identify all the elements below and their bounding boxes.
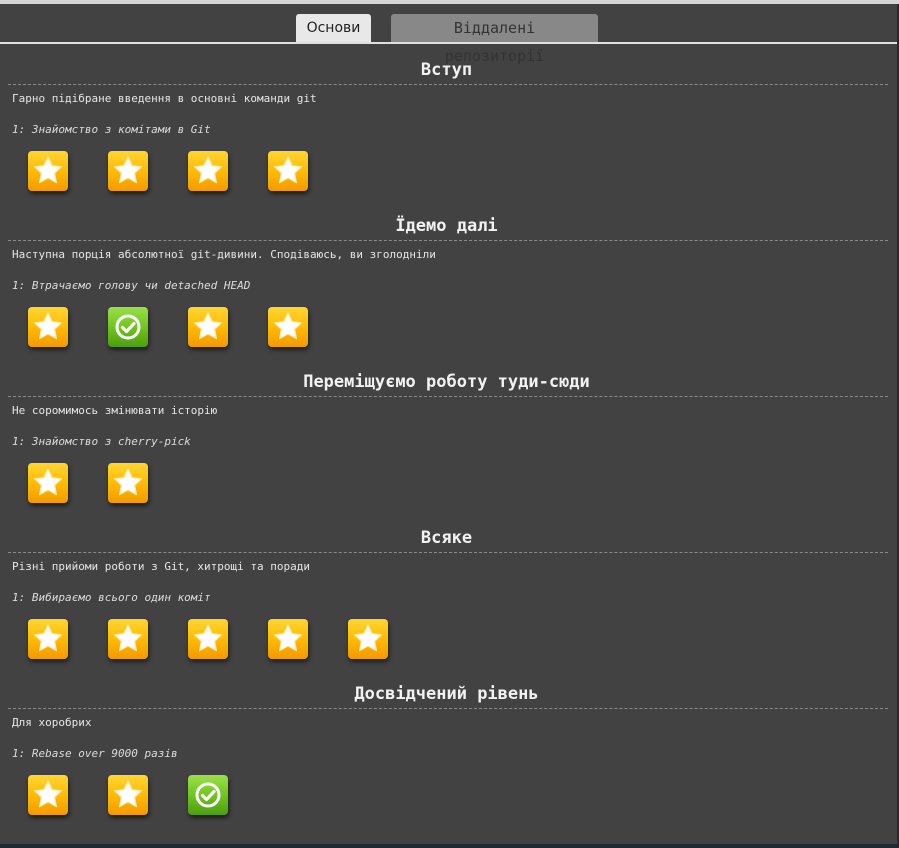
section-intro: Вступ Гарно підібране введення в основні… [0,58,897,214]
star-icon [33,468,63,496]
level-button[interactable] [108,463,148,503]
section-title: Досвідчений рівень [354,684,539,704]
star-icon [33,780,63,808]
star-icon [193,156,223,184]
section-title: Їдемо далі [395,216,498,236]
star-icon [113,780,143,808]
section-divider [8,240,888,241]
level-button[interactable] [268,151,308,191]
star-icon [33,312,63,340]
level-button[interactable] [188,619,228,659]
section-divider [8,552,888,553]
section-description: Для хоробрих [12,716,92,729]
section-going-further: Їдемо далі Наступна порція абсолютної gi… [0,214,897,370]
level-button-solved[interactable] [108,307,148,347]
level-button[interactable] [188,307,228,347]
level-button[interactable] [28,463,68,503]
star-icon [273,312,303,340]
window-bottom-strip [0,844,899,848]
level-button-solved[interactable] [188,775,228,815]
star-icon [273,624,303,652]
level-name: 1: Знайомство з cherry-pick [12,435,191,448]
level-button[interactable] [28,775,68,815]
section-title: Вступ [420,60,473,80]
star-icon [33,624,63,652]
level-button[interactable] [108,151,148,191]
star-icon [193,624,223,652]
star-icon [33,156,63,184]
check-icon [195,782,221,808]
tab-underline [0,42,897,44]
star-icon [113,156,143,184]
section-description: Різні прийоми роботи з Git, хитрощі та п… [12,560,311,573]
level-button[interactable] [188,151,228,191]
level-name: 1: Знайомство з комітами в Git [12,123,211,136]
level-button[interactable] [28,151,68,191]
star-icon [193,312,223,340]
section-divider [8,396,888,397]
tab-bar: Основи Віддалені репозиторії [0,14,897,65]
section-misc: Всяке Різні прийоми роботи з Git, хитрощ… [0,526,897,682]
tab-remote-repositories[interactable]: Віддалені репозиторії [391,14,598,65]
level-select-panel: Основи Віддалені репозиторії Вступ Гарно… [0,4,899,844]
star-icon [113,468,143,496]
level-button[interactable] [28,619,68,659]
star-icon [113,624,143,652]
section-title: Переміщуємо роботу туди-сюди [303,372,590,392]
level-name: 1: Вибираємо всього один коміт [12,591,211,604]
level-button[interactable] [28,307,68,347]
level-button[interactable] [268,307,308,347]
level-button[interactable] [348,619,388,659]
section-title: Всяке [420,528,473,548]
section-description: Не соромимось змінювати історію [12,404,218,417]
level-button[interactable] [108,775,148,815]
star-icon [273,156,303,184]
section-divider [8,708,888,709]
level-name: 1: Rebase over 9000 разів [12,747,178,760]
tab-basics[interactable]: Основи [296,14,371,42]
star-icon [353,624,383,652]
level-button[interactable] [268,619,308,659]
section-advanced: Досвідчений рівень Для хоробрих 1: Rebas… [0,682,897,838]
section-divider [8,84,888,85]
check-icon [115,314,141,340]
section-moving-work: Переміщуємо роботу туди-сюди Не соромимо… [0,370,897,526]
level-name: 1: Втрачаємо голову чи detached HEAD [12,279,251,292]
section-description: Гарно підібране введення в основні коман… [12,92,317,105]
level-button[interactable] [108,619,148,659]
section-description: Наступна порція абсолютної git-дивини. С… [12,248,436,261]
